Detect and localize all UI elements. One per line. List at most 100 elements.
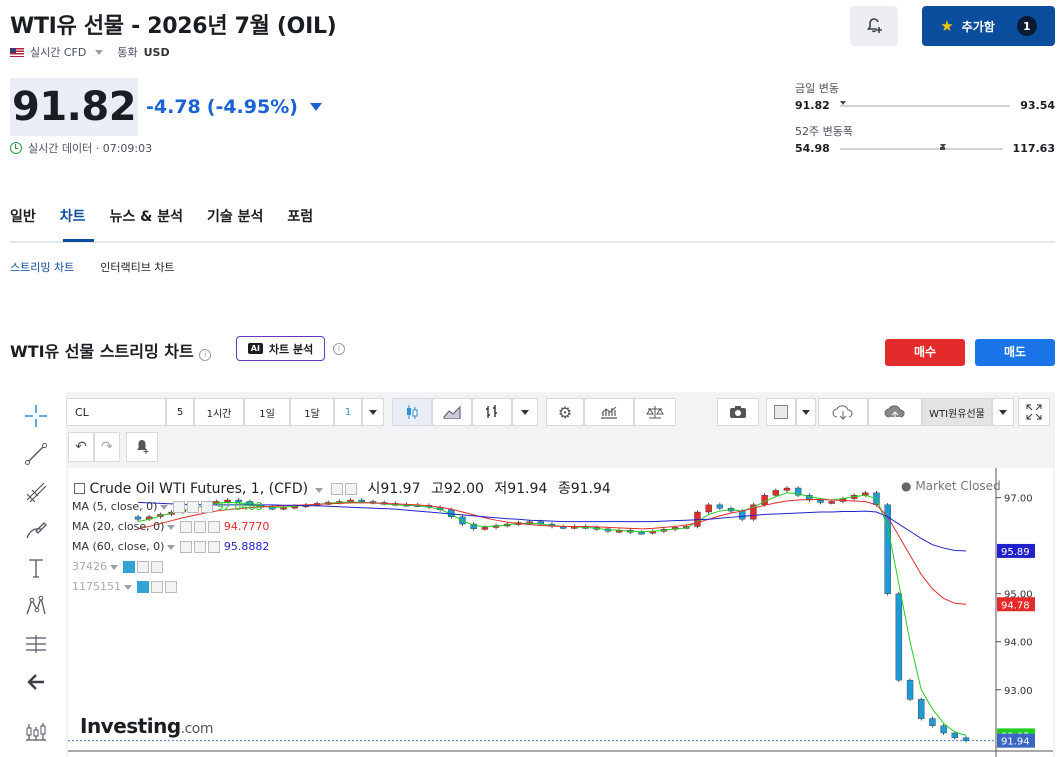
main-tabs: 일반 차트 뉴스 & 분석 기술 분석 포럼	[10, 206, 313, 226]
pattern-tool[interactable]	[20, 592, 52, 620]
color-dropdown[interactable]	[796, 398, 816, 426]
interval-select[interactable]: 1	[334, 398, 362, 426]
week52-range: 52주 변동폭 54.98 117.63	[795, 123, 1055, 155]
chart-type-dropdown[interactable]	[512, 398, 538, 426]
legend-ma20: MA (20, close, 0) 94.7770	[72, 520, 269, 533]
ma60-label: MA (60, close, 0)	[72, 540, 165, 553]
hide-toolbar-button[interactable]	[20, 668, 52, 696]
gear-icon[interactable]	[194, 521, 207, 533]
price-change: -4.78 (-4.95%)	[146, 96, 322, 118]
gear-icon[interactable]	[151, 581, 163, 593]
candle-body	[783, 487, 791, 491]
info-icon[interactable]: i	[199, 349, 212, 361]
week52-label: 52주 변동폭	[795, 125, 853, 138]
close-icon[interactable]	[208, 521, 221, 533]
close-icon[interactable]	[151, 561, 163, 573]
chevron-down-icon[interactable]	[167, 525, 176, 530]
add-to-watchlist-button[interactable]: ★ 추가함 1	[922, 6, 1055, 46]
chevron-down-icon[interactable]	[160, 505, 169, 510]
interval-5[interactable]: 5	[166, 398, 194, 426]
y-tick-label: 97.00	[1004, 494, 1033, 505]
create-alert-button[interactable]	[850, 6, 898, 46]
close-icon[interactable]	[165, 581, 177, 593]
chevron-down-icon[interactable]	[167, 545, 176, 550]
ai-info-icon[interactable]: i	[333, 343, 345, 355]
chevron-down-icon[interactable]	[110, 565, 118, 570]
visibility-icon[interactable]	[331, 483, 344, 495]
interval-1d[interactable]: 1일	[244, 398, 290, 426]
chevron-down-icon[interactable]	[95, 49, 104, 55]
subtab-streaming[interactable]: 스트리밍 차트	[10, 259, 74, 275]
buy-button[interactable]: 매도	[975, 339, 1055, 366]
eye-icon[interactable]	[137, 581, 149, 593]
tab-technical[interactable]: 기술 분석	[207, 206, 263, 226]
interval-dropdown[interactable]	[362, 398, 384, 426]
collapse-icon[interactable]	[74, 482, 85, 494]
crosshair-tool[interactable]	[20, 402, 52, 430]
chart-type-area[interactable]	[432, 398, 472, 426]
ai-chart-analysis-button[interactable]: AI 차트 분석	[236, 336, 325, 361]
ma60-value: 95.8882	[223, 540, 270, 553]
chart-alert-button[interactable]	[126, 432, 158, 462]
close-icon[interactable]	[208, 541, 221, 553]
undo-button[interactable]: ↶	[68, 432, 94, 462]
interval-1m[interactable]: 1달	[290, 398, 334, 426]
color-swatch-icon	[774, 405, 788, 419]
close-icon[interactable]	[201, 501, 214, 513]
week52-bar	[839, 147, 1003, 150]
trendline-tool[interactable]	[20, 440, 52, 468]
eye-icon[interactable]	[123, 561, 135, 573]
color-picker[interactable]	[766, 398, 796, 426]
crosshair-icon	[25, 405, 47, 427]
section-title: WTI유 선물 스트리밍 차트 i	[10, 338, 212, 362]
eye-icon[interactable]	[180, 541, 193, 553]
brush-tool[interactable]	[20, 516, 52, 544]
symbol-input[interactable]: CL	[66, 398, 166, 426]
indicator-tool[interactable]	[20, 718, 52, 746]
gear-icon[interactable]	[187, 501, 200, 513]
sell-button[interactable]: 매수	[885, 339, 965, 366]
tab-forum[interactable]: 포럼	[287, 206, 313, 226]
investing-logo: Investing.com	[80, 714, 214, 738]
screenshot-button[interactable]	[717, 398, 759, 426]
streaming-chart: CL 5 1시간 1일 1달 1 ⚙ WTI원유선물 ↶ ↷ 97.00 95.0…	[66, 392, 1055, 757]
chart-type-bars[interactable]	[472, 398, 512, 426]
day-range-label: 금일 변동	[795, 82, 839, 95]
realtime-cfd-label[interactable]: 실시간 CFD	[30, 44, 86, 60]
text-tool[interactable]	[20, 554, 52, 582]
brush-icon	[26, 522, 47, 539]
eye-icon[interactable]	[180, 521, 193, 533]
fib-tool[interactable]	[20, 478, 52, 506]
fullscreen-button[interactable]	[1018, 398, 1050, 426]
gear-icon[interactable]	[194, 541, 207, 553]
subtab-interactive[interactable]: 인터랙티브 차트	[100, 259, 174, 275]
instrument-select[interactable]: WTI원유선물	[922, 398, 992, 426]
trendline-icon	[25, 443, 47, 465]
eye-icon[interactable]	[173, 501, 186, 513]
settings-mini-icon[interactable]	[345, 483, 358, 495]
tab-chart[interactable]: 차트	[60, 206, 86, 226]
interval-1h[interactable]: 1시간	[194, 398, 244, 426]
settings-button[interactable]: ⚙	[546, 398, 584, 426]
cloud-upload-icon	[884, 405, 905, 419]
gear-icon[interactable]	[137, 561, 149, 573]
load-layout-button[interactable]	[818, 398, 868, 426]
indicators-button[interactable]	[584, 398, 634, 426]
candle-body	[906, 679, 914, 700]
tab-general[interactable]: 일반	[10, 206, 36, 226]
measure-tool[interactable]	[20, 630, 52, 658]
chevron-down-icon[interactable]	[314, 488, 323, 493]
indicator2-value: 1175151	[72, 580, 121, 593]
chart-plot[interactable]: 97.0095.0094.0093.0095.8994.7892.0591.94…	[68, 468, 1053, 757]
chevron-down-icon[interactable]	[124, 585, 132, 590]
chart-legend-main: Crude Oil WTI Futures, 1, (CFD) 시91.97 고…	[74, 478, 611, 498]
candle-body	[817, 499, 824, 503]
realtime-status: 실시간 데이터 · 07:09:03	[10, 140, 152, 156]
page-title: WTI유 선물 - 2026년 7월 (OIL)	[10, 14, 337, 39]
compare-button[interactable]	[634, 398, 676, 426]
save-layout-button[interactable]	[868, 398, 922, 426]
instrument-dropdown[interactable]	[992, 398, 1014, 426]
tab-news[interactable]: 뉴스 & 분석	[110, 206, 183, 226]
redo-button[interactable]: ↷	[94, 432, 120, 462]
chart-type-candles[interactable]	[392, 398, 432, 426]
